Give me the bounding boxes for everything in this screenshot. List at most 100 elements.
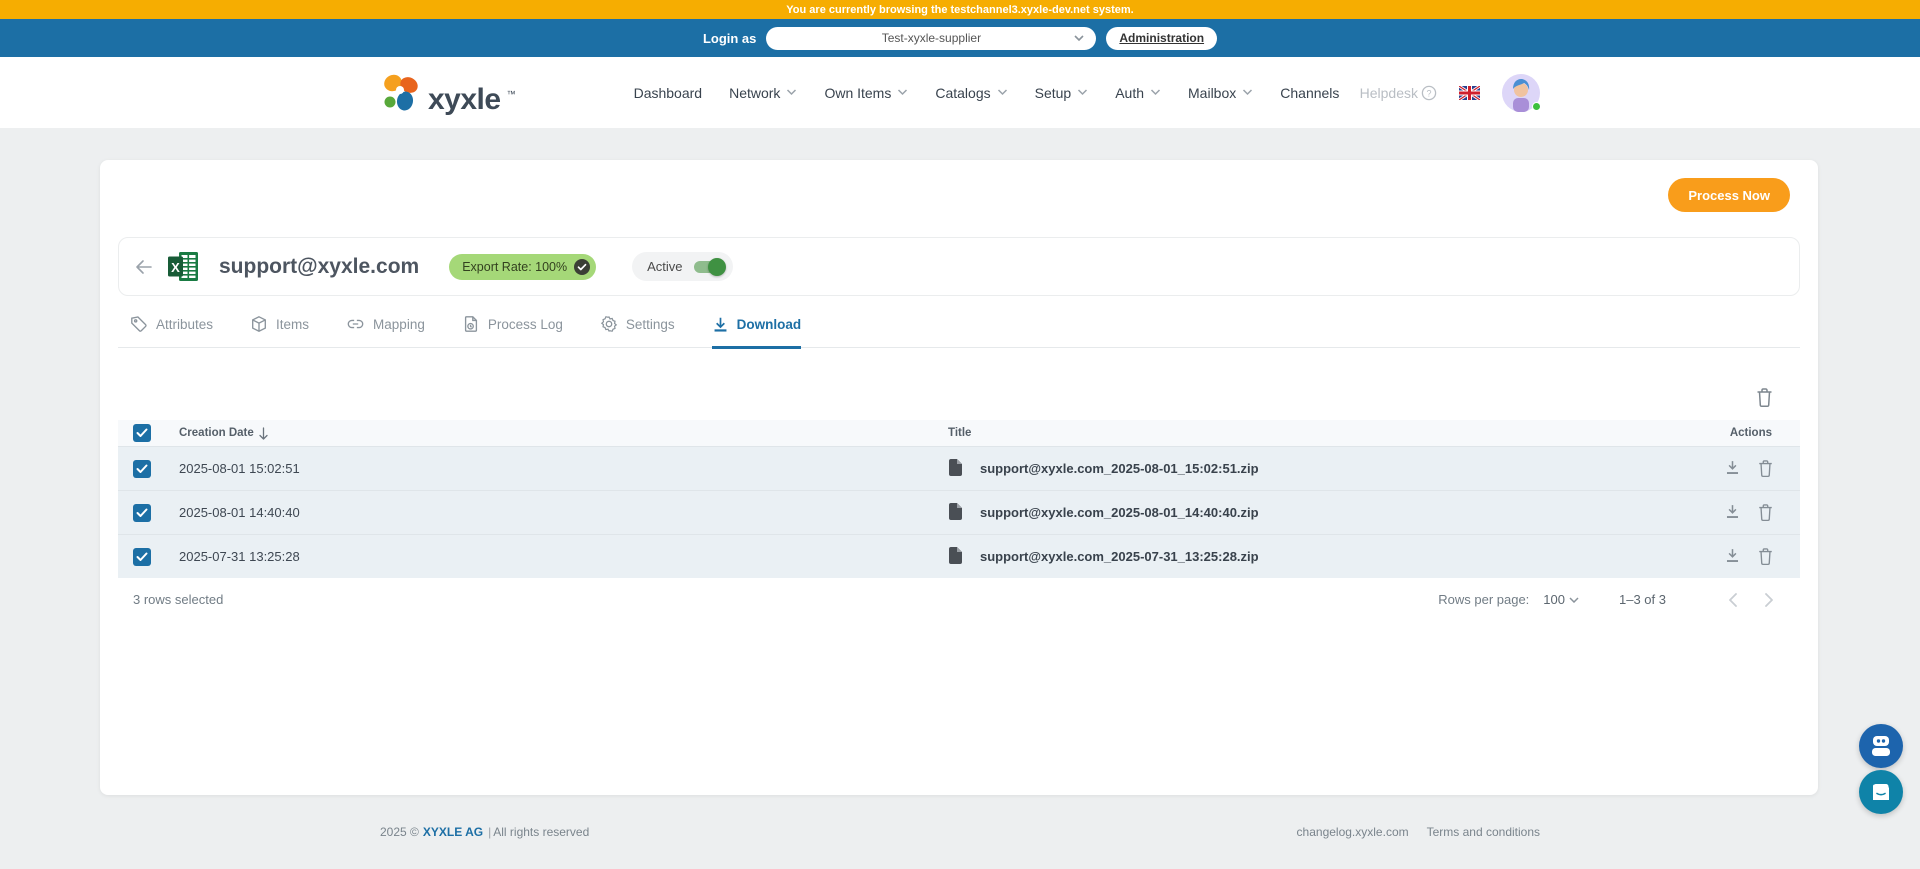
column-header-title[interactable]: Title [948, 427, 1650, 439]
table-row[interactable]: 2025-07-31 13:25:28 support@xyxle.com_20… [118, 534, 1800, 578]
select-all-checkbox[interactable] [133, 424, 151, 442]
tab-label: Items [276, 317, 309, 332]
pagination: Rows per page: 100 1–3 of 3 [1438, 592, 1800, 607]
table-row[interactable]: 2025-08-01 14:40:40 support@xyxle.com_20… [118, 490, 1800, 534]
changelog-link[interactable]: changelog.xyxle.com [1297, 825, 1409, 839]
chevron-down-icon [1569, 597, 1579, 603]
rows-per-page-select[interactable]: 100 [1543, 592, 1579, 607]
nav-item-channels[interactable]: Channels [1280, 85, 1339, 101]
download-file-button[interactable] [1724, 459, 1741, 478]
logo-text: xyxle [428, 86, 501, 113]
uk-flag-icon[interactable] [1459, 86, 1480, 100]
logo-mark-icon [380, 73, 422, 113]
tab-attributes[interactable]: Attributes [130, 315, 213, 349]
page-range-label: 1–3 of 3 [1619, 592, 1666, 607]
next-page-button[interactable] [1765, 593, 1774, 607]
trash-icon [1755, 387, 1774, 408]
download-icon [1724, 503, 1741, 520]
file-title: support@xyxle.com_2025-08-01_15:02:51.zi… [980, 461, 1259, 476]
company-link[interactable]: XYXLE AG [423, 825, 483, 839]
chat-messenger-button[interactable] [1859, 770, 1903, 814]
helpdesk-link[interactable]: Helpdesk ? [1360, 85, 1437, 101]
column-header-creation-date[interactable]: Creation Date [179, 427, 948, 440]
file-title: support@xyxle.com_2025-08-01_14:40:40.zi… [980, 505, 1259, 520]
previous-page-button[interactable] [1728, 593, 1737, 607]
channel-title: support@xyxle.com [219, 255, 419, 279]
tab-items[interactable]: Items [250, 315, 309, 349]
download-file-button[interactable] [1724, 503, 1741, 522]
selection-summary: 3 rows selected [133, 592, 223, 607]
tab-label: Mapping [373, 317, 425, 332]
tab-settings[interactable]: Settings [600, 315, 675, 349]
tab-download[interactable]: Download [712, 315, 802, 349]
link-icon [346, 315, 365, 333]
environment-banner-text: You are currently browsing the testchann… [786, 4, 1133, 16]
logo[interactable]: xyxle ™ [380, 73, 516, 113]
file-icon [948, 503, 963, 522]
rights-text: All rights reserved [493, 825, 589, 839]
active-toggle-switch[interactable] [692, 257, 726, 277]
delete-file-button[interactable] [1757, 459, 1774, 478]
creation-date-cell: 2025-07-31 13:25:28 [179, 549, 948, 564]
nav-item-auth[interactable]: Auth [1115, 85, 1161, 101]
bulk-delete-button[interactable] [1755, 387, 1774, 408]
check-circle-icon [574, 259, 590, 275]
tab-label: Settings [626, 317, 675, 332]
file-title: support@xyxle.com_2025-07-31_13:25:28.zi… [980, 549, 1259, 564]
table-footer: 3 rows selected Rows per page: 100 1–3 o… [118, 592, 1800, 607]
nav-item-network[interactable]: Network [729, 85, 797, 101]
trash-icon [1757, 503, 1774, 522]
row-checkbox[interactable] [133, 460, 151, 478]
trash-icon [1757, 547, 1774, 566]
nav-item-mailbox[interactable]: Mailbox [1188, 85, 1253, 101]
terms-link[interactable]: Terms and conditions [1427, 825, 1540, 839]
toggle-knob [708, 258, 726, 276]
chevron-down-icon [997, 89, 1008, 96]
creation-date-cell: 2025-08-01 15:02:51 [179, 461, 948, 476]
row-checkbox[interactable] [133, 504, 151, 522]
user-avatar[interactable] [1502, 74, 1540, 112]
tab-label: Process Log [488, 317, 563, 332]
file-icon [948, 547, 963, 566]
copyright-year: 2025 © [380, 825, 419, 839]
administration-link[interactable]: Administration [1106, 27, 1217, 50]
row-checkbox[interactable] [133, 548, 151, 566]
check-icon [136, 428, 148, 438]
tab-mapping[interactable]: Mapping [346, 315, 425, 349]
download-tab-content: Creation Date Title Actions 2025-08-01 1… [118, 372, 1800, 607]
back-button[interactable] [135, 259, 153, 275]
nav-item-catalogs[interactable]: Catalogs [935, 85, 1007, 101]
svg-text:?: ? [1426, 88, 1431, 98]
nav-item-own-items[interactable]: Own Items [824, 85, 908, 101]
assistant-bot-button[interactable] [1859, 724, 1903, 768]
excel-file-icon: X [167, 251, 199, 282]
online-status-dot [1532, 102, 1541, 111]
tab-process-log[interactable]: Process Log [462, 315, 563, 349]
footer-divider: | [488, 825, 491, 839]
chevron-down-icon [786, 89, 797, 96]
supplier-select[interactable]: Test-xyxle-supplier [766, 27, 1096, 50]
page-footer: 2025 © XYXLE AG | All rights reserved ch… [380, 825, 1540, 839]
active-toggle-pill[interactable]: Active [632, 252, 732, 281]
table-row[interactable]: 2025-08-01 15:02:51 support@xyxle.com_20… [118, 446, 1800, 490]
check-icon [136, 464, 148, 474]
file-icon [948, 459, 963, 478]
download-file-button[interactable] [1724, 547, 1741, 566]
check-icon [136, 508, 148, 518]
nav-item-setup[interactable]: Setup [1035, 85, 1089, 101]
rows-per-page-value: 100 [1543, 592, 1565, 607]
delete-file-button[interactable] [1757, 547, 1774, 566]
svg-text:X: X [171, 260, 180, 275]
chevron-down-icon [1077, 89, 1088, 96]
column-label: Creation Date [179, 427, 254, 439]
chat-bubble-icon [1870, 781, 1892, 803]
app-header: xyxle ™ Dashboard Network Own Items Cata… [0, 57, 1920, 128]
delete-file-button[interactable] [1757, 503, 1774, 522]
download-icon [1724, 459, 1741, 476]
nav-label: Auth [1115, 85, 1144, 101]
active-label: Active [647, 259, 682, 274]
process-now-button[interactable]: Process Now [1668, 178, 1790, 212]
channel-header: X support@xyxle.com Export Rate: 100% Ac… [118, 237, 1800, 296]
nav-label: Network [729, 85, 780, 101]
nav-item-dashboard[interactable]: Dashboard [634, 85, 703, 101]
